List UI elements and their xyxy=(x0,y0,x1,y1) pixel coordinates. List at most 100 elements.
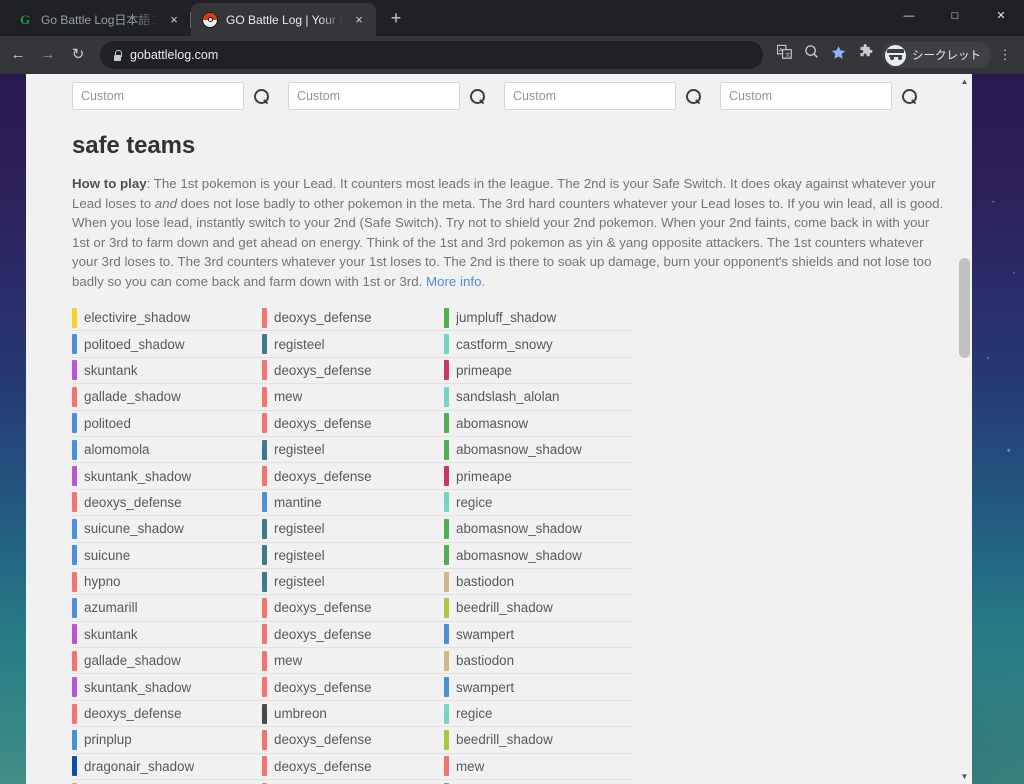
team-slot[interactable]: abomasnow xyxy=(444,411,632,437)
search-input[interactable] xyxy=(504,82,676,110)
search-icon[interactable] xyxy=(253,88,270,105)
team-slot[interactable]: deoxys_defense xyxy=(262,780,444,784)
team-slot[interactable]: mew xyxy=(262,384,444,411)
tab-close-button[interactable]: × xyxy=(166,12,182,28)
team-slot[interactable]: deoxys_defense xyxy=(72,490,262,517)
team-slot[interactable]: primeape xyxy=(444,463,632,490)
team-slot[interactable]: deoxys_defense xyxy=(262,674,444,701)
team-slot[interactable]: umbreon xyxy=(262,701,444,728)
new-tab-button[interactable]: + xyxy=(382,5,410,33)
team-slot[interactable]: registeel xyxy=(262,437,444,464)
team-slot[interactable]: deoxys_defense xyxy=(262,754,444,781)
type-color-bar xyxy=(444,492,449,513)
team-slot[interactable]: deoxys_defense xyxy=(262,622,444,649)
team-slot[interactable]: prinplup xyxy=(72,727,262,754)
type-color-bar xyxy=(72,307,77,328)
forward-icon[interactable]: → xyxy=(34,41,62,69)
browser-tab-0[interactable]: G Go Battle Log日本語コンバーター × xyxy=(6,3,191,36)
team-slot[interactable]: bastiodon xyxy=(444,569,632,596)
translate-icon[interactable]: A 文 xyxy=(771,42,797,68)
team-slot[interactable]: registeel xyxy=(262,516,444,543)
team-slot[interactable]: alomomola xyxy=(72,437,262,464)
more-info-link[interactable]: More info. xyxy=(426,274,485,289)
team-slot[interactable]: ho_oh xyxy=(72,780,262,784)
team-slot[interactable]: venusaur xyxy=(444,780,632,784)
team-slot[interactable]: deoxys_defense xyxy=(72,701,262,728)
team-slot[interactable]: hypno xyxy=(72,569,262,596)
team-slot[interactable]: beedrill_shadow xyxy=(444,727,632,754)
team-slot[interactable]: mew xyxy=(444,754,632,781)
team-slot[interactable]: swampert xyxy=(444,622,632,649)
type-color-bar xyxy=(262,413,267,434)
team-slot[interactable]: abomasnow_shadow xyxy=(444,516,632,543)
team-slot[interactable]: skuntank_shadow xyxy=(72,674,262,701)
scrollbar-down-arrow[interactable]: ▼ xyxy=(957,769,972,784)
reload-icon[interactable]: ↻ xyxy=(64,41,92,69)
team-slot[interactable]: abomasnow_shadow xyxy=(444,437,632,464)
team-slot[interactable]: jumpluff_shadow xyxy=(444,305,632,332)
search-input[interactable] xyxy=(288,82,460,110)
team-slot[interactable]: deoxys_defense xyxy=(262,463,444,490)
search-icon[interactable] xyxy=(901,88,918,105)
team-slot[interactable]: deoxys_defense xyxy=(262,411,444,437)
page-scrollbar[interactable]: ▲ ▼ xyxy=(957,74,972,784)
search-input[interactable] xyxy=(720,82,892,110)
type-color-bar xyxy=(444,571,449,592)
tab-title: Go Battle Log日本語コンバーター xyxy=(41,13,158,27)
search-filter-row xyxy=(26,74,972,114)
team-slot[interactable]: azumarill xyxy=(72,595,262,622)
pokemon-name: primeape xyxy=(456,362,512,378)
type-color-bar xyxy=(262,545,267,566)
team-slot[interactable]: skuntank xyxy=(72,622,262,649)
team-slot[interactable]: deoxys_defense xyxy=(262,305,444,332)
browser-menu-icon[interactable]: ⋮ xyxy=(992,42,1018,68)
team-slot[interactable]: politoed xyxy=(72,411,262,437)
close-window-button[interactable]: ✕ xyxy=(978,0,1024,32)
pokemon-name: politoed xyxy=(84,415,131,431)
team-slot[interactable]: registeel xyxy=(262,543,444,569)
scrollbar-up-arrow[interactable]: ▲ xyxy=(957,74,972,89)
type-color-bar xyxy=(72,545,77,566)
team-slot[interactable]: primeape xyxy=(444,358,632,385)
team-slot[interactable]: mew xyxy=(262,648,444,675)
team-slot[interactable]: castform_snowy xyxy=(444,331,632,358)
search-icon[interactable] xyxy=(469,88,486,105)
team-slot[interactable]: gallade_shadow xyxy=(72,648,262,675)
team-slot[interactable]: beedrill_shadow xyxy=(444,595,632,622)
team-slot[interactable]: politoed_shadow xyxy=(72,331,262,358)
team-slot[interactable]: suicune xyxy=(72,543,262,569)
address-bar[interactable]: gobattlelog.com xyxy=(100,41,763,69)
team-slot[interactable]: registeel xyxy=(262,569,444,596)
tab-close-button[interactable]: × xyxy=(351,12,367,28)
team-slot[interactable]: suicune_shadow xyxy=(72,516,262,543)
team-slot[interactable]: mantine xyxy=(262,490,444,517)
bookmark-star-icon[interactable] xyxy=(825,42,851,68)
team-slot[interactable]: skuntank_shadow xyxy=(72,463,262,490)
scrollbar-thumb[interactable] xyxy=(959,258,970,358)
search-icon[interactable] xyxy=(685,88,702,105)
team-slot[interactable]: deoxys_defense xyxy=(262,358,444,385)
browser-tab-1[interactable]: GO Battle Log | Your Personal Bat × xyxy=(191,3,376,36)
safe-teams-section: safe teams How to play: The 1st pokemon … xyxy=(26,114,972,291)
extensions-icon[interactable] xyxy=(852,42,878,68)
team-slot[interactable]: gallade_shadow xyxy=(72,384,262,411)
team-slot[interactable]: deoxys_defense xyxy=(262,727,444,754)
team-slot[interactable]: regice xyxy=(444,490,632,517)
zoom-search-icon[interactable] xyxy=(798,42,824,68)
back-icon[interactable]: ← xyxy=(4,41,32,69)
maximize-button[interactable]: □ xyxy=(932,0,978,32)
search-input[interactable] xyxy=(72,82,244,110)
team-slot[interactable]: skuntank xyxy=(72,358,262,385)
team-slot[interactable]: abomasnow_shadow xyxy=(444,543,632,569)
team-slot[interactable]: regice xyxy=(444,701,632,728)
incognito-badge[interactable]: シークレット xyxy=(882,42,991,68)
team-slot[interactable]: deoxys_defense xyxy=(262,595,444,622)
team-slot[interactable]: bastiodon xyxy=(444,648,632,675)
team-slot[interactable]: swampert xyxy=(444,674,632,701)
team-slot[interactable]: registeel xyxy=(262,331,444,358)
minimize-button[interactable]: — xyxy=(886,0,932,32)
team-slot[interactable]: dragonair_shadow xyxy=(72,754,262,781)
search-filter-2 xyxy=(504,78,720,114)
team-slot[interactable]: sandslash_alolan xyxy=(444,384,632,411)
team-slot[interactable]: electivire_shadow xyxy=(72,305,262,332)
